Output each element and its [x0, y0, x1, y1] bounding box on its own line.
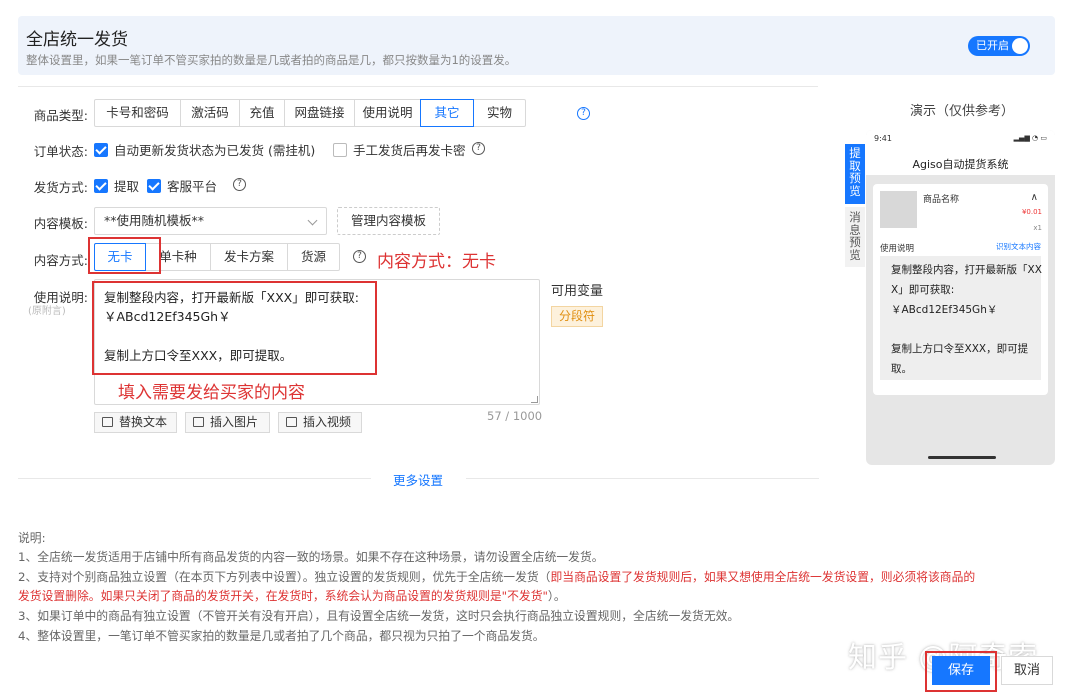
pickup-label: 提取 — [114, 179, 140, 194]
product-price: ¥0.01 — [1021, 208, 1042, 216]
divider — [466, 478, 819, 479]
preview-line: ￥ABcd12Ef345Gh￥ — [891, 304, 998, 316]
product-type-option-activation-code[interactable]: 激活码 — [180, 99, 240, 127]
instructions-sublabel: (原附言) — [28, 306, 66, 317]
checkbox-checked-icon — [94, 142, 108, 157]
product-type-option-cloud-link[interactable]: 网盘链接 — [284, 99, 355, 127]
variable-chip-separator[interactable]: 分段符 — [551, 306, 603, 327]
product-type-options: 卡号和密码 激活码 充值 网盘链接 使用说明 其它 实物 — [94, 99, 526, 127]
toggle-knob — [1012, 38, 1028, 54]
product-type-option-other[interactable]: 其它 — [420, 99, 474, 127]
char-counter: 57 / 1000 — [487, 409, 543, 423]
replace-text-button[interactable]: 替换文本 — [94, 412, 177, 433]
phone-preview: 9:41 ▂▄▆ ◔ ▭ Agiso自动提货系统 商品名称 ∧ ¥0.01 x1… — [866, 130, 1055, 465]
help-icon[interactable]: ? — [233, 178, 246, 191]
order-status-label: 订单状态: — [33, 144, 88, 159]
phone-time: 9:41 — [874, 134, 892, 143]
insert-video-label: 插入视频 — [303, 415, 352, 429]
help-icon[interactable]: ? — [353, 250, 366, 263]
help-icon[interactable]: ? — [472, 142, 485, 155]
annotation-fill-content: 填入需要发给买家的内容 — [118, 383, 305, 403]
video-icon — [286, 417, 297, 427]
note-item: 2、支持对个别商品独立设置（在本页下方列表中设置）。独立设置的发货规则，优先于全… — [18, 568, 975, 585]
image-icon — [193, 417, 204, 427]
content-mode-option-card-plan[interactable]: 发卡方案 — [210, 243, 288, 271]
signal-battery-icon: ▂▄▆ ◔ ▭ — [1013, 134, 1047, 142]
checkbox-checked-icon — [147, 178, 161, 193]
insert-image-label: 插入图片 — [210, 415, 259, 429]
more-settings-link[interactable]: 更多设置 — [393, 470, 443, 489]
preview-line: 复制整段内容，打开最新版「XX — [891, 264, 1042, 276]
phone-app-title: Agiso自动提货系统 — [912, 158, 1009, 171]
annotation-highlight — [92, 281, 377, 375]
chevron-up-icon[interactable]: ∧ — [1031, 192, 1038, 203]
help-icon[interactable]: ? — [577, 107, 590, 120]
pickup-checkbox[interactable]: 提取 — [94, 176, 139, 195]
manual-resend-checkbox[interactable]: 手工发货后再发卡密 — [333, 140, 466, 159]
manage-template-button[interactable]: 管理内容模板 — [337, 207, 440, 235]
product-type-option-card-password[interactable]: 卡号和密码 — [94, 99, 181, 127]
resize-handle-icon[interactable] — [531, 396, 538, 403]
product-type-option-instructions[interactable]: 使用说明 — [354, 99, 421, 127]
note-item: 1、全店统一发货适用于店铺中所有商品发货的内容一致的场景。如果不存在这种场景，请… — [18, 550, 604, 564]
content-mode-options: 无卡 单卡种 发卡方案 货源 — [94, 243, 340, 271]
auto-update-label: 自动更新发货状态为已发货 (需挂机) — [114, 143, 316, 158]
settings-header: 全店统一发货 整体设置里，如果一笔订单不管买家拍的数量是几或者拍的商品是几，都只… — [18, 16, 1055, 75]
product-qty: x1 — [1033, 224, 1042, 232]
product-type-label: 商品类型: — [33, 108, 88, 123]
auto-update-checkbox[interactable]: 自动更新发货状态为已发货 (需挂机) — [94, 140, 315, 159]
chevron-down-icon — [307, 215, 318, 226]
ship-method-label: 发货方式: — [33, 180, 88, 195]
product-name: 商品名称 — [923, 195, 960, 205]
replace-icon — [102, 417, 113, 427]
content-template-select[interactable]: **使用随机模板** — [94, 207, 327, 235]
enable-toggle[interactable]: 已开启 — [968, 36, 1030, 56]
preview-title: 演示（仅供参考） — [910, 104, 1015, 119]
note-item: 4、整体设置里，一笔订单不管买家拍的数量是几或者拍了几个商品，都只视为只拍了一个… — [18, 629, 545, 643]
page-title: 全店统一发货 — [26, 30, 128, 50]
preview-line: 取。 — [891, 363, 912, 375]
replace-text-label: 替换文本 — [119, 415, 168, 429]
tab-pickup-preview[interactable]: 提取预览 — [845, 144, 865, 204]
note-item-warning: 发货设置删除。如果只关闭了商品的发货开关，在发货时，系统会认为商品设置的发货规则… — [18, 589, 548, 603]
content-template-value: **使用随机模板** — [104, 213, 205, 228]
variables-label: 可用变量 — [551, 284, 604, 299]
tab-message-preview[interactable]: 消息预览 — [845, 207, 865, 267]
page-description: 整体设置里，如果一笔订单不管买家拍的数量是几或者拍的商品是几，都只按数量为1的设… — [26, 53, 517, 67]
annotation-content-mode: 内容方式：无卡 — [377, 252, 496, 272]
product-thumbnail — [880, 191, 917, 228]
service-platform-label: 客服平台 — [167, 179, 218, 194]
content-mode-option-no-card[interactable]: 无卡 — [94, 243, 146, 271]
preview-line: 复制上方口令至XXX，即可提 — [891, 343, 1029, 355]
note-item: 3、如果订单中的商品有独立设置（不管开关有没有开启），且有设置全店统一发货，这时… — [18, 609, 740, 623]
note-item-warning: 即当商品设置了发货规则后，如果又想使用全店统一发货设置，则必须将该商品的 — [550, 570, 976, 584]
usage-label: 使用说明 — [880, 244, 915, 254]
preview-line: X」即可获取: — [891, 284, 955, 296]
toggle-label: 已开启 — [976, 39, 1009, 52]
note-item-continued: 发货设置删除。如果只关闭了商品的发货开关，在发货时，系统会认为商品设置的发货规则… — [18, 587, 566, 604]
notes-title: 说明: — [18, 531, 46, 545]
insert-video-button[interactable]: 插入视频 — [278, 412, 362, 433]
content-mode-label: 内容方式: — [33, 253, 88, 268]
manual-resend-label: 手工发货后再发卡密 — [353, 143, 466, 158]
product-type-option-recharge[interactable]: 充值 — [239, 99, 285, 127]
recognize-text-link[interactable]: 识别文本内容 — [996, 241, 1041, 252]
annotation-highlight — [925, 651, 997, 692]
content-template-label: 内容模板: — [33, 216, 88, 231]
product-card: 商品名称 ∧ ¥0.01 x1 使用说明 识别文本内容 复制整段内容，打开最新版… — [873, 184, 1048, 395]
insert-image-button[interactable]: 插入图片 — [185, 412, 270, 433]
home-indicator — [928, 456, 996, 459]
checkbox-unchecked-icon — [333, 142, 347, 157]
checkbox-checked-icon — [94, 178, 108, 193]
note-item-text: 2、支持对个别商品独立设置（在本页下方列表中设置）。独立设置的发货规则，优先于全… — [18, 570, 551, 584]
preview-content-box: 复制整段内容，打开最新版「XX X」即可获取: ￥ABcd12Ef345Gh￥ … — [880, 256, 1042, 380]
cancel-button[interactable]: 取消 — [1001, 656, 1053, 685]
divider — [18, 478, 371, 479]
service-platform-checkbox[interactable]: 客服平台 — [147, 176, 217, 195]
phone-status-bar: 9:41 ▂▄▆ ◔ ▭ Agiso自动提货系统 — [866, 130, 1055, 175]
note-item-text: ）。 — [547, 589, 566, 603]
divider — [18, 86, 818, 87]
product-type-option-physical[interactable]: 实物 — [473, 99, 526, 127]
content-mode-option-supply[interactable]: 货源 — [287, 243, 340, 271]
